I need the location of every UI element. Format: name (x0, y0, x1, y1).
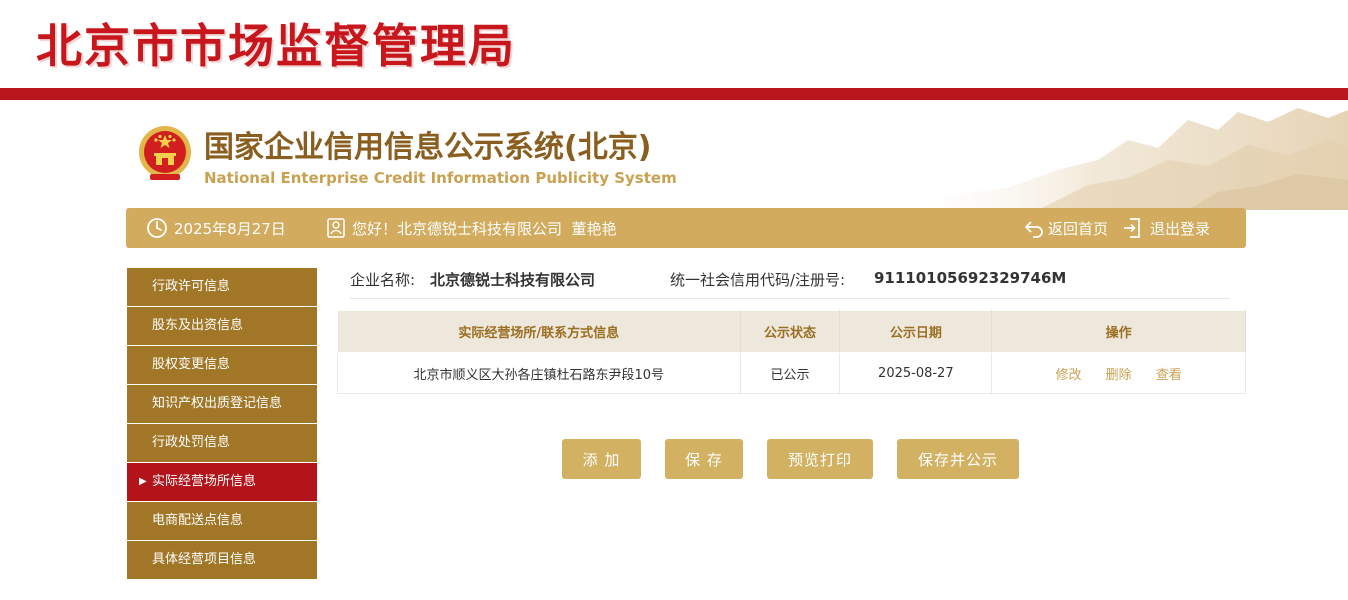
clock-icon (147, 218, 167, 238)
sidebar-item-label: 实际经营场所信息 (152, 474, 257, 489)
bureau-title: 北京市市场监督管理局 (36, 19, 516, 73)
system-title-cn: 国家企业信用信息公示系统(北京) (204, 130, 652, 165)
sidebar-item-equity-change[interactable]: 股权变更信息 (127, 346, 317, 384)
preview-print-button[interactable]: 预览打印 (767, 439, 873, 479)
return-arrow-icon (1025, 221, 1043, 238)
date-display: 2025年8月27日 (146, 208, 286, 248)
column-header-address: 实际经营场所/联系方式信息 (337, 310, 741, 353)
sidebar-item-label: 具体经营项目信息 (152, 552, 257, 567)
credit-code-label: 统一社会信用代码/注册号: (670, 271, 846, 289)
top-header: 北京市市场监督管理局 (0, 0, 1348, 88)
logout-icon (1124, 218, 1140, 238)
sidebar-item-label: 行政许可信息 (152, 279, 231, 294)
user-badge-icon (327, 218, 345, 238)
column-header-status: 公示状态 (739, 310, 841, 353)
sidebar-item-admin-penalty[interactable]: 行政处罚信息 (127, 424, 317, 462)
column-header-date: 公示日期 (839, 310, 993, 353)
edit-link[interactable]: 修改 (1055, 368, 1081, 383)
logout-label: 退出登录 (1150, 219, 1211, 238)
system-title-en: National Enterprise Credit Information P… (204, 169, 677, 187)
company-name: 北京德锐士科技有限公司 (430, 271, 596, 289)
active-arrow-icon: ▶ (139, 476, 147, 487)
sidebar-item-admin-license[interactable]: 行政许可信息 (127, 268, 317, 306)
delete-link[interactable]: 删除 (1106, 368, 1132, 383)
table-row: 北京市顺义区大孙各庄镇杜石路东尹段10号 已公示 2025-08-27 修改 删… (337, 352, 1246, 394)
sidebar-item-shareholders[interactable]: 股东及出资信息 (127, 307, 317, 345)
return-home-label: 返回首页 (1048, 219, 1109, 238)
national-emblem-icon (139, 126, 191, 180)
date-label: 2025年8月27日 (174, 219, 286, 238)
sidebar-item-label: 行政处罚信息 (152, 435, 231, 450)
sidebar-item-label: 知识产权出质登记信息 (152, 396, 283, 411)
cell-address: 北京市顺义区大孙各庄镇杜石路东尹段10号 (337, 352, 741, 394)
add-button[interactable]: 添 加 (562, 439, 641, 479)
info-bar: 2025年8月27日 您好！北京德锐士科技有限公司 董艳艳 返回首页 退出登录 (126, 208, 1246, 248)
sidebar-item-business-premises[interactable]: ▶ 实际经营场所信息 (127, 463, 317, 501)
company-info: 企业名称: 北京德锐士科技有限公司 统一社会信用代码/注册号: 91110105… (350, 266, 1230, 299)
user-greeting: 您好！北京德锐士科技有限公司 董艳艳 (326, 208, 617, 248)
cell-date: 2025-08-27 (839, 352, 993, 394)
save-publish-button[interactable]: 保存并公示 (897, 439, 1019, 479)
sidebar-item-business-items[interactable]: 具体经营项目信息 (127, 541, 317, 579)
sidebar-item-label: 电商配送点信息 (152, 513, 244, 528)
company-name-label: 企业名称: (350, 271, 416, 289)
sidebar-item-ecommerce-delivery[interactable]: 电商配送点信息 (127, 502, 317, 540)
greeting-label: 您好！北京德锐士科技有限公司 董艳艳 (352, 219, 617, 238)
cell-status: 已公示 (739, 352, 841, 394)
sidebar-nav: 行政许可信息 股东及出资信息 股权变更信息 知识产权出质登记信息 行政处罚信息 … (127, 268, 317, 580)
sidebar-item-label: 股权变更信息 (152, 357, 231, 372)
sidebar-item-label: 股东及出资信息 (152, 318, 244, 333)
premises-table: 实际经营场所/联系方式信息 公示状态 公示日期 操作 北京市顺义区大孙各庄镇杜石… (337, 310, 1246, 394)
sidebar-item-ip-pledge[interactable]: 知识产权出质登记信息 (127, 385, 317, 423)
column-header-actions: 操作 (991, 310, 1246, 353)
credit-code: 91110105692329746M (874, 269, 1067, 287)
view-link[interactable]: 查看 (1156, 368, 1182, 383)
red-band (0, 88, 1348, 100)
table-header-row: 实际经营场所/联系方式信息 公示状态 公示日期 操作 (337, 310, 1246, 353)
save-button[interactable]: 保 存 (665, 439, 743, 479)
logout-link[interactable]: 退出登录 (1122, 208, 1210, 248)
return-home-link[interactable]: 返回首页 (1024, 208, 1108, 248)
mountain-decoration (888, 108, 1348, 210)
cell-actions: 修改 删除 查看 (991, 352, 1246, 394)
